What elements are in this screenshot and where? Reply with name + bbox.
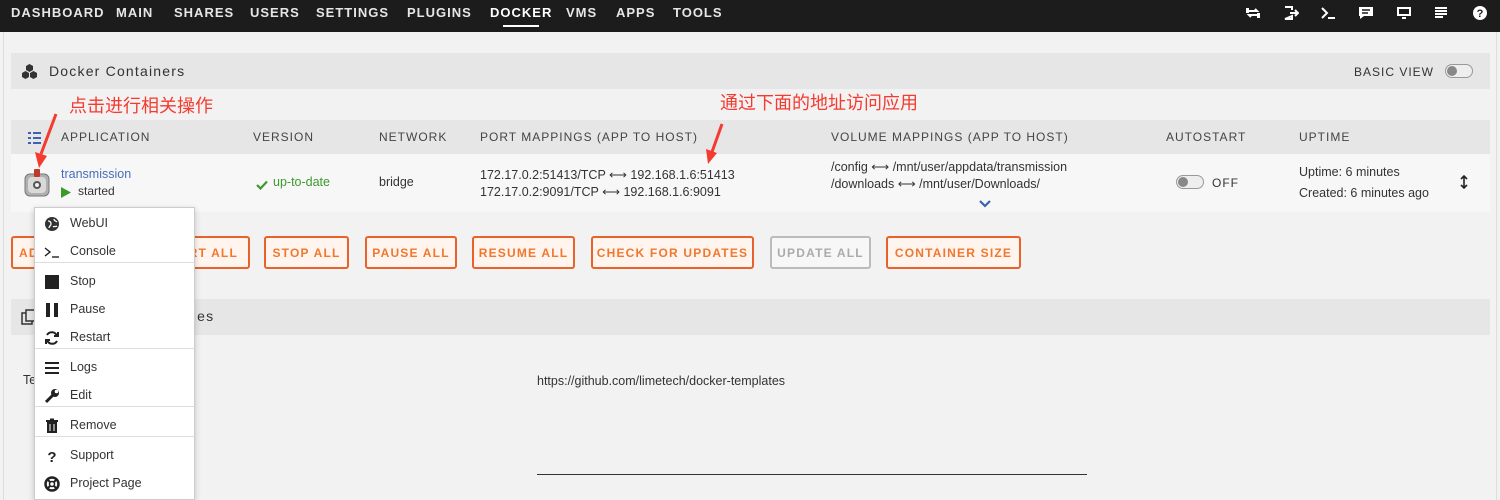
- annotation-click-hint: 点击进行相关操作: [69, 96, 213, 117]
- created-value: Created: 6 minutes ago: [1299, 186, 1429, 200]
- check-for-updates-button[interactable]: CHECK FOR UPDATES: [591, 236, 754, 269]
- svg-text:?: ?: [1477, 8, 1484, 20]
- autostart-toggle[interactable]: [1176, 175, 1204, 189]
- menu-item-label: Project Page: [70, 476, 142, 490]
- annotation-arrow-left: [35, 113, 58, 168]
- lines-icon: [44, 360, 60, 376]
- col-uptime[interactable]: UPTIME: [1299, 130, 1350, 144]
- trash-icon: [44, 418, 60, 434]
- nav-settings[interactable]: SETTINGS: [316, 5, 389, 20]
- version-status: up-to-date: [273, 175, 330, 189]
- top-nav: DASHBOARD MAIN SHARES USERS SETTINGS PLU…: [0, 0, 1500, 32]
- menu-item-label: Pause: [70, 302, 106, 316]
- stop-all-button[interactable]: STOP ALL: [264, 236, 349, 269]
- pause-all-button[interactable]: PAUSE ALL: [365, 236, 457, 269]
- menu-item-label: Support: [70, 448, 114, 462]
- basic-view-label: BASIC VIEW: [1353, 65, 1434, 79]
- app-name-link[interactable]: transmission: [61, 167, 131, 181]
- sync-icon[interactable]: [1245, 5, 1261, 21]
- nav-dashboard[interactable]: DASHBOARD: [11, 5, 105, 20]
- monitor-icon[interactable]: [1396, 5, 1412, 21]
- cubes-icon: [21, 63, 38, 80]
- menu-item-label: Remove: [70, 418, 117, 432]
- divider: [537, 474, 1087, 475]
- menu-item-label: Stop: [70, 274, 96, 288]
- resume-all-button[interactable]: RESUME ALL: [472, 236, 575, 269]
- container-context-menu: WebUI Console Stop Pause Restart Logs Ed…: [34, 207, 195, 500]
- check-icon: [256, 177, 268, 191]
- update-all-button[interactable]: UPDATE ALL: [770, 236, 871, 269]
- menu-item-label: Restart: [70, 330, 111, 344]
- menu-divider: [35, 262, 194, 263]
- stop-icon: [44, 274, 60, 290]
- docker-containers-bar: Docker Containers BASIC VIEW: [11, 53, 1490, 89]
- nav-main[interactable]: MAIN: [116, 5, 153, 20]
- table-header: APPLICATION VERSION NETWORK PORT MAPPING…: [11, 120, 1490, 154]
- menu-item-support[interactable]: ? Support: [35, 443, 194, 469]
- table-row: transmission started up-to-date bridge 1…: [11, 154, 1490, 212]
- template-repositories-bar: ries: [11, 299, 1490, 335]
- logout-icon[interactable]: [1283, 5, 1299, 21]
- uptime-value: Uptime: 6 minutes: [1299, 165, 1400, 179]
- menu-item-project-page[interactable]: Project Page: [35, 471, 194, 497]
- feedback-icon[interactable]: [1358, 5, 1374, 21]
- network-value: bridge: [379, 175, 414, 189]
- menu-item-label: Logs: [70, 360, 98, 374]
- autostart-value: OFF: [1212, 176, 1239, 190]
- chevron-down-icon[interactable]: [979, 195, 991, 208]
- col-version[interactable]: VERSION: [253, 130, 314, 144]
- nav-shares[interactable]: SHARES: [174, 5, 234, 20]
- nav-docker[interactable]: DOCKER: [490, 5, 552, 27]
- col-network[interactable]: NETWORK: [379, 130, 447, 144]
- app-state: started: [78, 184, 115, 198]
- refresh-icon: [44, 330, 60, 346]
- col-volume-mappings[interactable]: VOLUME MAPPINGS (APP TO HOST): [831, 130, 1069, 144]
- pause-icon: [44, 302, 60, 318]
- port-mapping-2: 172.17.0.2:9091/TCP ⟷ 192.168.1.6:9091: [480, 185, 721, 199]
- container-size-button[interactable]: CONTAINER SIZE: [886, 236, 1021, 269]
- menu-item-pause[interactable]: Pause: [35, 297, 194, 323]
- help-icon[interactable]: ?: [1472, 5, 1488, 21]
- play-icon: [61, 185, 71, 198]
- port-mapping-1: 172.17.0.2:51413/TCP ⟷ 192.168.1.6:51413: [480, 168, 735, 182]
- sort-handle-icon[interactable]: [1460, 174, 1468, 190]
- nav-tools[interactable]: TOOLS: [673, 5, 723, 20]
- volume-mapping-1: /config ⟷ /mnt/user/appdata/transmission: [831, 160, 1068, 174]
- lifebuoy-icon: [44, 476, 60, 492]
- menu-divider: [35, 406, 194, 407]
- col-port-mappings[interactable]: PORT MAPPINGS (APP TO HOST): [480, 130, 698, 144]
- section-title: Docker Containers: [49, 63, 186, 79]
- menu-divider: [35, 348, 194, 349]
- annotation-address-hint: 通过下面的地址访问应用: [720, 93, 918, 114]
- nav-vms[interactable]: VMS: [566, 5, 597, 20]
- svg-text:?: ?: [47, 449, 56, 464]
- transmission-app-icon[interactable]: [23, 168, 51, 198]
- annotation-arrow-right: [706, 123, 724, 164]
- menu-item-label: Edit: [70, 388, 92, 402]
- col-autostart[interactable]: AUTOSTART: [1166, 130, 1246, 144]
- menu-item-label: WebUI: [70, 216, 108, 230]
- toggle-knob: [1447, 66, 1457, 76]
- terminal-icon: [44, 244, 60, 260]
- volume-mapping-2: /downloads ⟷ /mnt/user/Downloads/: [831, 177, 1040, 191]
- template-url[interactable]: https://github.com/limetech/docker-templ…: [537, 374, 785, 388]
- nav-plugins[interactable]: PLUGINS: [407, 5, 472, 20]
- globe-icon: [44, 216, 60, 232]
- col-application[interactable]: APPLICATION: [61, 130, 150, 144]
- toggle-knob: [1178, 177, 1188, 187]
- nav-users[interactable]: USERS: [250, 5, 300, 20]
- wrench-icon: [44, 388, 60, 404]
- log-icon[interactable]: [1433, 5, 1449, 21]
- menu-divider: [35, 436, 194, 437]
- question-icon: ?: [44, 448, 60, 464]
- menu-item-logs[interactable]: Logs: [35, 355, 194, 381]
- menu-item-webui[interactable]: WebUI: [35, 211, 194, 237]
- basic-view-toggle[interactable]: [1445, 64, 1473, 78]
- terminal-icon[interactable]: [1320, 5, 1336, 21]
- menu-item-label: Console: [70, 244, 116, 258]
- nav-apps[interactable]: APPS: [616, 5, 655, 20]
- menu-item-stop[interactable]: Stop: [35, 269, 194, 295]
